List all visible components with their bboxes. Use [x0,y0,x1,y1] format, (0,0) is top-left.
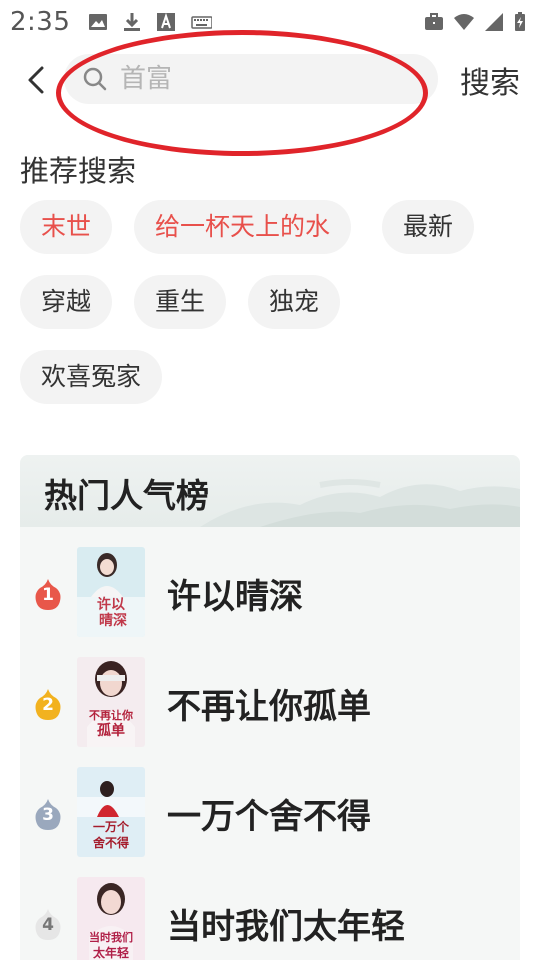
book-cover: 不再让你 孤单 [77,657,145,747]
tag-item[interactable]: 欢喜冤家 [20,350,163,404]
search-input[interactable] [120,64,420,94]
rank-item[interactable]: 4 当时我们 太年轻 当时我们太年轻 [20,875,520,960]
book-cover: 一万个 舍不得 [77,767,145,857]
rank-item[interactable]: 3 一万个 舍不得 一万个舍不得 [20,765,520,857]
rank-badge: 1 [34,579,62,611]
tag-item[interactable]: 给一杯天上的水 [134,200,352,254]
search-box[interactable] [64,54,438,104]
search-header: 搜索 [0,50,540,110]
back-button[interactable] [18,60,54,100]
status-bar: 2:35 [0,0,540,44]
hot-list-title: 热门人气榜 [44,476,209,515]
briefcase-icon [425,13,443,30]
book-title: 一万个舍不得 [167,797,371,837]
svg-text:孤单: 孤单 [97,722,125,739]
tag-item[interactable]: 末世 [20,200,113,254]
signal-icon [485,13,503,31]
image-icon [89,14,108,30]
svg-text:晴深: 晴深 [99,612,127,629]
wifi-icon [454,14,474,30]
rank-item[interactable]: 1 许以 晴深 许以晴深 [20,545,520,637]
rank-badge: 3 [34,799,62,831]
svg-text:一万个: 一万个 [93,819,130,834]
recommended-title: 推荐搜索 [20,154,137,188]
tag-item[interactable]: 最新 [382,200,475,254]
rank-badge: 4 [34,909,62,941]
book-title: 许以晴深 [167,577,303,617]
status-time: 2:35 [10,7,71,37]
svg-text:太年轻: 太年轻 [93,945,129,960]
keyboard-icon [191,16,213,29]
book-cover: 当时我们 太年轻 [77,877,145,960]
svg-text:当时我们: 当时我们 [89,930,133,944]
book-title: 不再让你孤单 [167,687,371,727]
book-title: 当时我们太年轻 [167,907,405,947]
tag-item[interactable]: 穿越 [20,275,113,329]
battery-charging-icon [515,12,525,31]
book-cover: 许以 晴深 [77,547,145,637]
download-icon [124,13,141,31]
hot-list-card: 热门人气榜 1 许以 晴深 许以晴深 2 不再让你 孤单 不再让你孤单 3 一万… [20,455,520,960]
svg-text:许以: 许以 [97,596,125,613]
svg-text:不再让你: 不再让你 [89,708,133,722]
chevron-left-icon [28,66,44,94]
rank-item[interactable]: 2 不再让你 孤单 不再让你孤单 [20,655,520,747]
tag-item[interactable]: 重生 [134,275,227,329]
hot-list-header: 热门人气榜 [20,455,520,527]
svg-text:舍不得: 舍不得 [93,835,129,850]
tag-item[interactable]: 独宠 [248,275,341,329]
search-icon [83,67,107,91]
text-icon [157,12,176,31]
rank-badge: 2 [34,689,62,721]
search-button[interactable]: 搜索 [460,58,520,102]
